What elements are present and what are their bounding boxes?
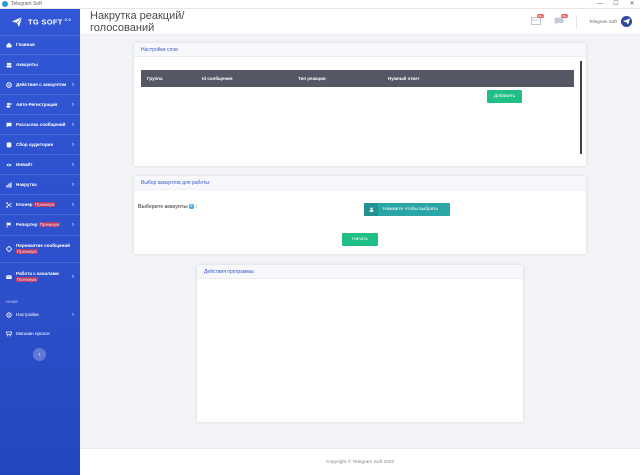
- chevron-right-icon: ›: [72, 81, 74, 88]
- sidebar-item-auto-registration[interactable]: Авто-Регистрация ›: [0, 94, 80, 114]
- table-scrollbar[interactable]: [580, 61, 582, 154]
- column-header: Нужный ответ: [388, 76, 420, 81]
- footer: Copyright © Telegram Soft 2020: [80, 448, 640, 475]
- sidebar-item-reporter[interactable]: Репортер Премиум ›: [0, 214, 80, 235]
- clone-icon: [6, 201, 12, 208]
- program-log-title: Действия программы:: [197, 265, 523, 279]
- chevron-right-icon: ›: [72, 181, 74, 188]
- word-settings-table-header: Группа Id сообщения Тип реакции Нужный о…: [141, 70, 574, 87]
- sidebar-item-account-actions[interactable]: Действия с аккаунтом ›: [0, 74, 80, 94]
- premium-badge: Премиум: [16, 277, 38, 282]
- chevron-right-icon: ›: [72, 121, 74, 128]
- users-icon: [6, 62, 12, 68]
- window-title: Telegram Soft: [11, 1, 42, 7]
- sidebar-item-audience[interactable]: Сбор аудитории ›: [0, 134, 80, 154]
- user-plus-icon: [6, 102, 12, 108]
- program-log-area[interactable]: [197, 279, 523, 422]
- premium-badge: Премиум: [38, 222, 61, 227]
- chevron-right-icon: ›: [72, 201, 74, 208]
- chart-icon: [6, 182, 12, 188]
- accounts-card: Выбор аккаунтов для работы: Выберите акк…: [134, 176, 586, 254]
- chat-icon: [6, 122, 12, 128]
- sidebar-section-label: ИНШЕ: [6, 299, 19, 304]
- close-button[interactable]: ✕: [624, 0, 640, 9]
- shop-icon: [6, 331, 12, 337]
- flag-icon: [6, 222, 12, 228]
- sidebar-item-invite[interactable]: Инвайт ›: [0, 154, 80, 174]
- sidebar-item-mailing[interactable]: Рассылка сообщений ›: [0, 114, 80, 134]
- chevron-right-icon: ›: [72, 222, 74, 228]
- notifications-icon[interactable]: [531, 17, 541, 25]
- select-accounts-button[interactable]: Нажмите чтобы выбрать: [364, 203, 450, 216]
- sidebar: TG SOFT 2.0 Главная Аккаунты Действия с а…: [0, 9, 80, 475]
- brand-name: TG SOFT 2.0: [28, 17, 72, 27]
- avatar[interactable]: [621, 16, 632, 27]
- telegram-icon: [623, 18, 630, 25]
- sidebar-item-proxy-shop[interactable]: Магазин прокси: [0, 324, 80, 344]
- accounts-title: Выбор аккаунтов для работы:: [134, 176, 586, 190]
- sidebar-collapse-button[interactable]: ‹: [33, 348, 46, 361]
- accounts-count-badge: 0: [188, 204, 194, 210]
- window-titlebar: Telegram Soft — ☐ ✕: [0, 0, 640, 9]
- user-name[interactable]: Telegram Soft: [589, 19, 617, 24]
- chevron-right-icon: ›: [72, 274, 74, 280]
- paper-plane-icon: [12, 17, 22, 27]
- envelope-icon: [6, 274, 12, 280]
- column-header: Тип реакции: [298, 76, 326, 81]
- choose-accounts-label: Выберите аккаунты 0 :: [138, 204, 197, 210]
- maximize-button[interactable]: ☐: [608, 0, 624, 9]
- word-settings-title: Настройки слов: [134, 43, 586, 57]
- messages-icon[interactable]: [554, 17, 564, 25]
- header-separator: [576, 15, 577, 29]
- home-icon: [6, 42, 12, 48]
- sidebar-item-channels[interactable]: Работа с каналами Премиум ›: [0, 262, 80, 291]
- start-button[interactable]: Начать: [342, 233, 378, 246]
- minimize-button[interactable]: —: [592, 0, 608, 9]
- eye-icon: [6, 162, 12, 168]
- sidebar-item-settings[interactable]: Настройки ›: [0, 306, 80, 324]
- word-settings-card: Настройки слов Группа Id сообщения Тип р…: [134, 43, 586, 166]
- gear-icon: [6, 81, 12, 88]
- sidebar-nav: Главная Аккаунты Действия с аккаунтом › …: [0, 35, 80, 344]
- database-icon: [6, 141, 12, 148]
- chevron-right-icon: ›: [72, 312, 74, 318]
- notifications-badge: 99+: [537, 14, 545, 18]
- add-button[interactable]: Добавить: [487, 90, 522, 103]
- brand[interactable]: TG SOFT 2.0: [0, 9, 80, 35]
- chevron-right-icon: ›: [72, 141, 74, 148]
- sidebar-item-boost[interactable]: Накрутка ›: [0, 174, 80, 194]
- sidebar-item-accounts[interactable]: Аккаунты: [0, 54, 80, 74]
- chevron-right-icon: ›: [72, 101, 74, 108]
- column-header: Id сообщения: [202, 76, 233, 81]
- settings-icon: [6, 312, 12, 318]
- premium-badge: Премиум: [16, 249, 38, 254]
- app-logo-icon: [2, 1, 8, 7]
- sidebar-item-cloner[interactable]: Клонер Премиум ›: [0, 194, 80, 214]
- messages-badge: 99+: [561, 14, 569, 18]
- page-title: Накрутка реакций/ голосований: [90, 10, 185, 34]
- chevron-right-icon: ›: [72, 161, 74, 168]
- sidebar-item-home[interactable]: Главная: [0, 35, 80, 54]
- program-log-card: Действия программы:: [197, 265, 523, 422]
- column-header: Группа: [147, 76, 163, 81]
- premium-badge: Премиум: [33, 201, 56, 207]
- user-icon: [364, 203, 378, 216]
- top-header: Накрутка реакций/ голосований 99+ 99+ Te…: [80, 9, 640, 35]
- diamond-icon: [6, 246, 12, 252]
- sidebar-item-message-intercept[interactable]: Переваятие сообщений Премиум: [0, 235, 80, 262]
